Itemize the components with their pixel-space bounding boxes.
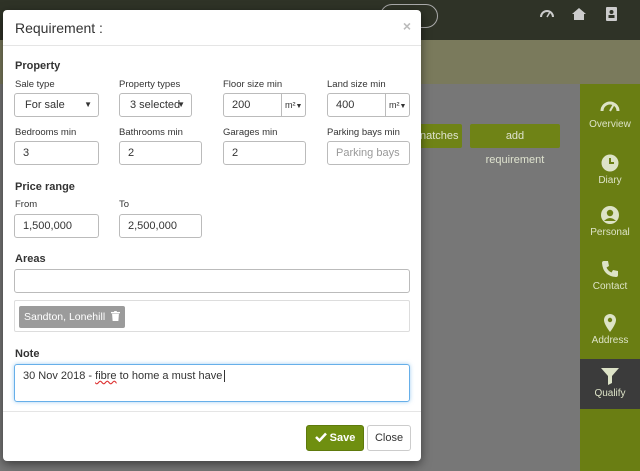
note-heading: Note <box>15 348 40 360</box>
land-size-min-input[interactable]: 400 <box>327 93 386 117</box>
garages-min-input[interactable]: 2 <box>223 141 306 165</box>
property-types-value: 3 selected <box>130 99 181 111</box>
note-text-misspelled: fibre <box>95 370 117 382</box>
modal-footer: Save Close <box>3 411 421 461</box>
nav-label: Diary <box>598 175 622 186</box>
nav-label: Personal <box>590 227 630 238</box>
caret-down-icon: ▼ <box>84 100 92 109</box>
bedrooms-min-input[interactable]: 3 <box>14 141 99 165</box>
price-range-heading: Price range <box>15 181 75 193</box>
nav-item-address[interactable]: Address <box>580 306 640 356</box>
price-to-input[interactable]: 2,500,000 <box>119 214 202 238</box>
nav-item-personal[interactable]: Personal <box>580 198 640 248</box>
caret-down-icon: ▼ <box>177 100 185 109</box>
close-button[interactable]: Close <box>367 425 411 451</box>
nav-label: Contact <box>592 281 628 292</box>
dashboard-icon[interactable] <box>538 6 556 24</box>
right-nav: Overview Diary Personal Contact Address … <box>580 84 640 471</box>
check-icon <box>314 432 327 443</box>
land-size-unit-select[interactable]: m²▼ <box>386 93 410 117</box>
home-icon[interactable] <box>570 6 588 24</box>
nav-item-diary[interactable]: Diary <box>580 146 640 196</box>
nav-label: Overview <box>589 119 631 130</box>
caret-down-icon: ▼ <box>399 103 407 110</box>
user-icon <box>601 206 619 224</box>
clock-icon <box>601 154 619 172</box>
caret-down-icon: ▼ <box>295 103 303 110</box>
phone-icon <box>602 261 618 277</box>
filter-icon <box>601 368 619 385</box>
area-tag-label: Sandton, Lonehill <box>24 311 106 323</box>
price-from-label: From <box>15 199 38 210</box>
nav-item-contact[interactable]: Contact <box>580 252 640 302</box>
modal-header: Requirement : × <box>3 10 421 46</box>
nav-label: Address <box>591 335 629 346</box>
property-heading: Property <box>15 60 61 72</box>
garages-min-label: Garages min <box>223 127 278 138</box>
bedrooms-min-label: Bedrooms min <box>15 127 77 138</box>
areas-tag-list: Sandton, Lonehill <box>14 300 410 332</box>
text-cursor <box>224 370 226 382</box>
modal-title: Requirement : <box>15 20 103 36</box>
sale-type-select[interactable]: For sale ▼ <box>14 93 99 117</box>
land-size-min-label: Land size min <box>327 79 386 90</box>
trash-icon[interactable] <box>111 311 121 321</box>
unit-value: m² <box>285 100 296 110</box>
requirement-modal: Requirement : × Property Sale type For s… <box>3 10 421 461</box>
nav-item-qualify[interactable]: Qualify <box>580 359 640 409</box>
areas-input[interactable] <box>14 269 410 293</box>
note-textarea[interactable]: 30 Nov 2018 - fibre to home a must have <box>14 364 410 402</box>
contact-card-icon[interactable] <box>602 6 620 24</box>
property-types-select[interactable]: 3 selected ▼ <box>119 93 192 117</box>
floor-size-min-label: Floor size min <box>223 79 283 90</box>
bathrooms-min-input[interactable]: 2 <box>119 141 202 165</box>
map-marker-icon <box>604 314 616 332</box>
areas-heading: Areas <box>15 253 46 265</box>
sale-type-value: For sale <box>25 99 65 111</box>
note-text-end: to home a must have <box>116 370 223 382</box>
property-types-label: Property types <box>119 79 181 90</box>
parking-bays-min-label: Parking bays min <box>327 127 400 138</box>
bathrooms-min-label: Bathrooms min <box>119 127 183 138</box>
parking-bays-input[interactable]: Parking bays <box>327 141 410 165</box>
note-text-start: 30 Nov 2018 - <box>23 370 96 382</box>
floor-size-unit-select[interactable]: m²▼ <box>282 93 306 117</box>
price-from-input[interactable]: 1,500,000 <box>14 214 99 238</box>
sale-type-label: Sale type <box>15 79 55 90</box>
save-label: Save <box>329 432 356 444</box>
save-button[interactable]: Save <box>306 425 364 451</box>
area-tag[interactable]: Sandton, Lonehill <box>19 306 126 328</box>
floor-size-min-input[interactable]: 200 <box>223 93 282 117</box>
price-to-label: To <box>119 199 130 210</box>
unit-value: m² <box>389 100 400 110</box>
dashboard-icon <box>600 101 620 112</box>
nav-item-overview[interactable]: Overview <box>580 90 640 140</box>
add-requirement-button[interactable]: add requirement <box>470 124 560 166</box>
close-icon[interactable]: × <box>403 18 411 34</box>
nav-label: Qualify <box>594 388 626 399</box>
